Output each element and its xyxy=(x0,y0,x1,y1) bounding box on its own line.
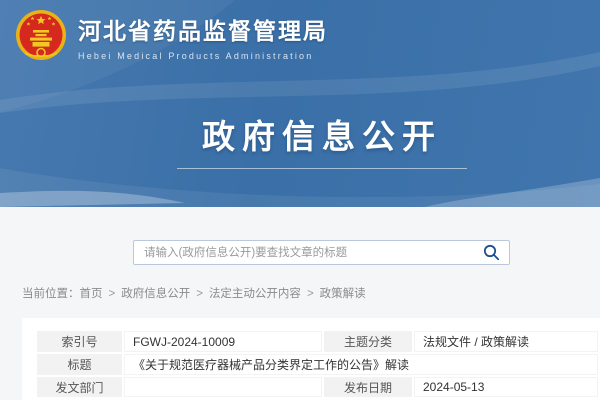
breadcrumb-legal-disclosure[interactable]: 法定主动公开内容 xyxy=(209,288,301,300)
search-icon xyxy=(483,244,500,261)
breadcrumb-current: 政策解读 xyxy=(320,288,366,300)
search-button[interactable] xyxy=(477,244,509,261)
main-content: 当前位置：首页 > 政府信息公开 > 法定主动公开内容 > 政策解读 索引号 FGWJ-20… xyxy=(0,207,600,400)
title-underline xyxy=(177,168,467,169)
org-name: 河北省药品监督管理局 xyxy=(78,12,328,46)
meta-label-pubdate: 发布日期 xyxy=(324,377,412,397)
document-meta-table: 索引号 FGWJ-2024-10009 主题分类 法规文件 / 政策解读 标题 … xyxy=(35,329,600,399)
page-title: 政府信息公开 xyxy=(22,110,600,158)
meta-label-department: 发文部门 xyxy=(37,377,122,397)
meta-value-category: 法规文件 / 政策解读 xyxy=(414,331,598,352)
table-row: 索引号 FGWJ-2024-10009 主题分类 法规文件 / 政策解读 xyxy=(37,331,598,352)
search-bar xyxy=(133,240,510,265)
breadcrumb-separator: > xyxy=(196,288,203,300)
breadcrumb-separator: > xyxy=(109,288,116,300)
site-logo[interactable]: 河北省药品监督管理局 Hebei Medical Products Admini… xyxy=(15,8,328,64)
meta-value-title: 《关于规范医疗器械产品分类界定工作的公告》解读 xyxy=(124,354,598,375)
meta-value-pubdate: 2024-05-13 xyxy=(414,377,598,397)
breadcrumb-home[interactable]: 首页 xyxy=(80,288,103,300)
meta-value-index: FGWJ-2024-10009 xyxy=(124,331,322,352)
document-info-card: 索引号 FGWJ-2024-10009 主题分类 法规文件 / 政策解读 标题 … xyxy=(22,318,600,400)
breadcrumb-gov-info[interactable]: 政府信息公开 xyxy=(121,288,190,300)
breadcrumb-separator: > xyxy=(307,288,314,300)
meta-label-title: 标题 xyxy=(37,354,122,375)
meta-label-index: 索引号 xyxy=(37,331,122,352)
search-input[interactable] xyxy=(134,241,477,264)
breadcrumb: 当前位置：首页 > 政府信息公开 > 法定主动公开内容 > 政策解读 xyxy=(22,285,366,301)
table-row: 标题 《关于规范医疗器械产品分类界定工作的公告》解读 xyxy=(37,354,598,375)
national-emblem-icon xyxy=(15,8,67,64)
meta-label-category: 主题分类 xyxy=(324,331,412,352)
site-header: 河北省药品监督管理局 Hebei Medical Products Admini… xyxy=(0,0,600,207)
table-row: 发文部门 发布日期 2024-05-13 xyxy=(37,377,598,397)
meta-value-department xyxy=(124,377,322,397)
brand-text: 河北省药品监督管理局 Hebei Medical Products Admini… xyxy=(78,12,328,61)
breadcrumb-prefix: 当前位置： xyxy=(22,288,80,300)
org-name-en: Hebei Medical Products Administration xyxy=(78,51,328,61)
